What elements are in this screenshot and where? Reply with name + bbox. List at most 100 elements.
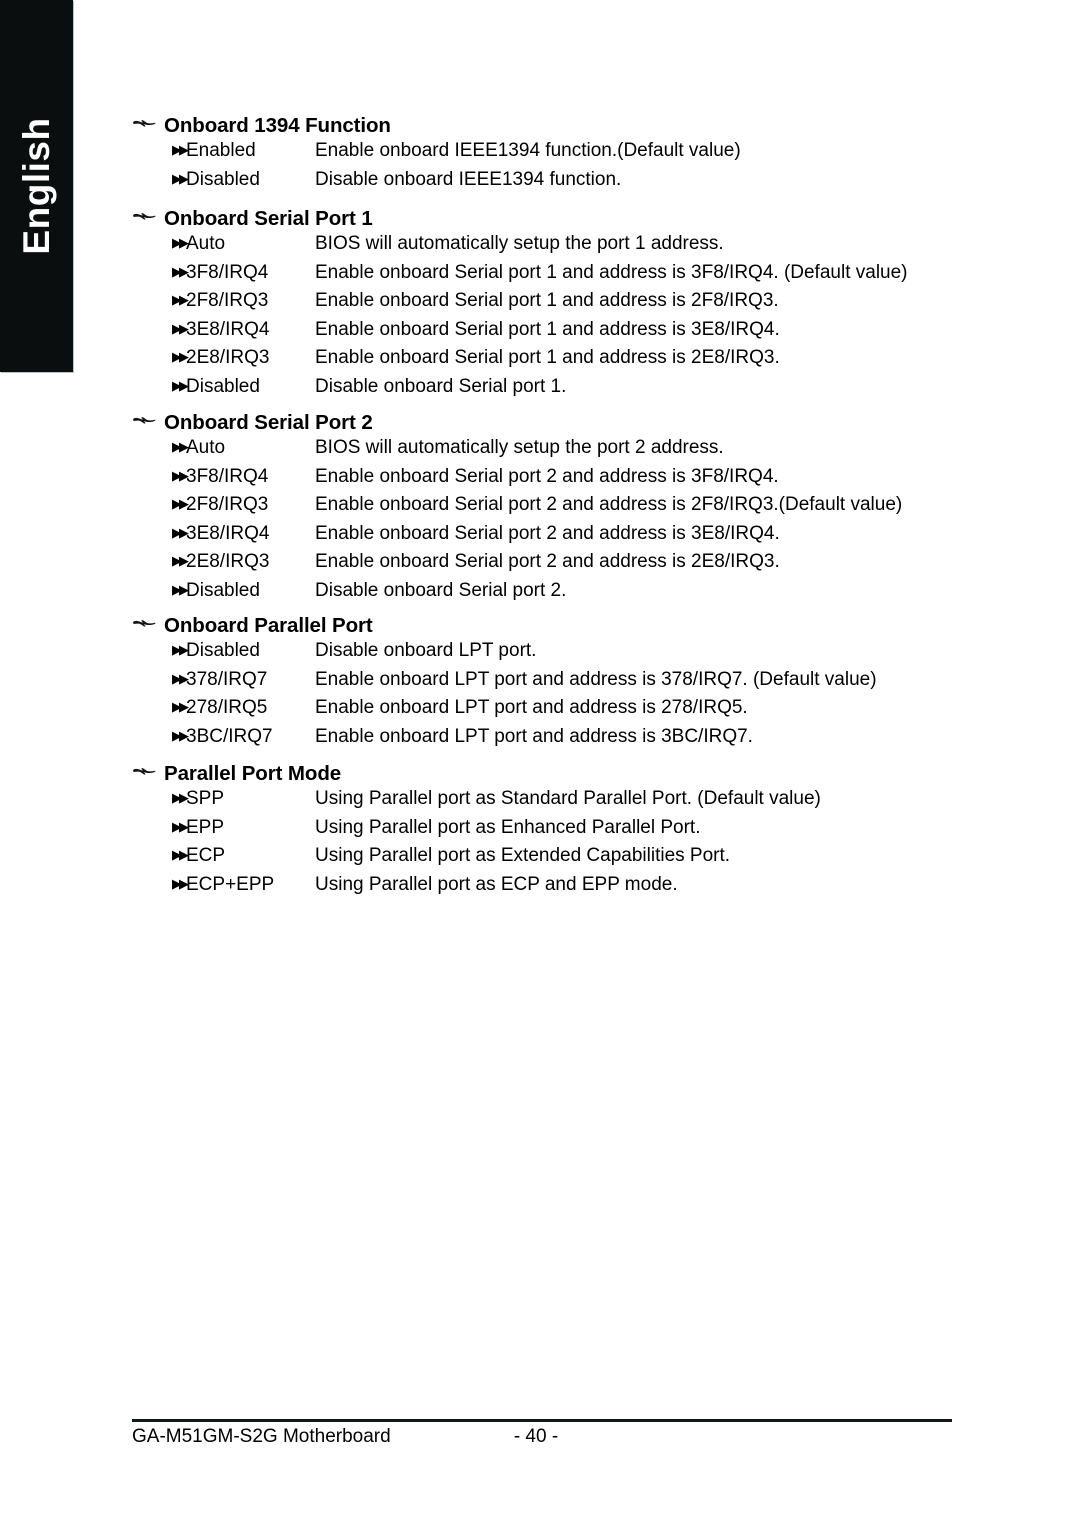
bios-option-name: Disabled — [186, 640, 260, 661]
double-triangle-right-icon: ▶▶ — [172, 847, 189, 862]
bios-option-description: Enable onboard Serial port 1 and address… — [315, 261, 908, 283]
double-triangle-right-icon: ▶▶ — [172, 320, 189, 336]
footer-page-number: - 40 - — [513, 1426, 559, 1447]
pointing-hand-icon — [132, 114, 164, 131]
section-heading: Onboard Serial Port 1 — [132, 207, 962, 233]
bios-setting-section: Onboard Serial Port 2 ▶▶ Auto BIOS will aut… — [132, 411, 962, 608]
bios-option-description: Enable onboard Serial port 1 and address… — [315, 318, 780, 340]
double-triangle-right-icon: ▶▶ — [172, 235, 189, 250]
section-title: Onboard Serial Port 1 — [164, 207, 373, 230]
bios-option-row[interactable]: ▶▶ Enabled Enable onboard IEEE1394 functio… — [172, 140, 962, 169]
bios-option-row[interactable]: ▶▶ 2E8/IRQ3 Enable onboard Serial port 2 a… — [172, 551, 962, 580]
bios-option-name: 3E8/IRQ4 — [186, 522, 270, 544]
bios-option-name: ECP+EPP — [186, 873, 275, 895]
double-triangle-right-icon: ▶▶ — [172, 670, 189, 686]
bios-option-row[interactable]: ▶▶ EPP Using Parallel port as Enhanced Par… — [172, 817, 962, 846]
bios-option-name: Auto — [186, 437, 226, 458]
section-heading: Onboard Parallel Port — [132, 614, 962, 640]
bios-setting-section: Onboard 1394 Function ▶▶ Enabled Enable onb… — [132, 114, 962, 197]
bios-option-row[interactable]: ▶▶ ECP+EPP Using Parallel port as ECP and … — [172, 874, 962, 903]
pointing-hand-icon — [132, 411, 164, 428]
bios-option-row[interactable]: ▶▶ 278/IRQ5 Enable onboard LPT port and ad… — [172, 697, 962, 726]
bios-option-name: 2F8/IRQ3 — [186, 290, 269, 311]
bios-option-description: Enable onboard LPT port and address is 3… — [315, 668, 877, 690]
double-triangle-right-icon: ▶▶ — [172, 170, 189, 186]
section-heading: Onboard 1394 Function — [132, 114, 962, 140]
section-title: Onboard 1394 Function — [164, 114, 391, 137]
bios-option-name: ECP — [186, 845, 226, 866]
double-triangle-right-icon: ▶▶ — [172, 581, 189, 597]
bios-option-name: 378/IRQ7 — [186, 668, 268, 690]
bios-option-row[interactable]: ▶▶ 378/IRQ7 Enable onboard LPT port and ad… — [172, 669, 962, 698]
bios-option-row[interactable]: ▶▶ 2E8/IRQ3 Enable onboard Serial port 1 a… — [172, 347, 962, 376]
bios-option-description: Using Parallel port as Enhanced Parallel… — [315, 816, 701, 838]
pointing-hand-icon — [132, 614, 164, 631]
double-triangle-right-icon: ▶▶ — [172, 496, 189, 511]
double-triangle-right-icon: ▶▶ — [172, 524, 189, 540]
section-heading: Onboard Serial Port 2 — [132, 411, 962, 437]
bios-option-row[interactable]: ▶▶ Disabled Disable onboard Serial port 1. — [172, 376, 962, 405]
bios-option-row[interactable]: ▶▶ SPP Using Parallel port as Standard Par… — [172, 788, 962, 817]
bios-option-row[interactable]: ▶▶ 3BC/IRQ7 Enable onboard LPT port and ad… — [172, 726, 962, 755]
bios-option-description: Disable onboard IEEE1394 function. — [315, 168, 622, 190]
double-triangle-right-icon: ▶▶ — [172, 349, 189, 364]
bios-setting-section: Onboard Parallel Port ▶▶ Disabled Disable o… — [132, 614, 962, 754]
bios-setting-section: Parallel Port Mode ▶▶ SPP Using Parallel po… — [132, 762, 962, 902]
bios-option-name: EPP — [186, 816, 225, 838]
section-title: Onboard Serial Port 2 — [164, 411, 373, 434]
bios-option-name: Disabled — [186, 168, 260, 190]
bios-option-description: BIOS will automatically setup the port 1… — [315, 233, 724, 254]
bios-option-row[interactable]: ▶▶ Disabled Disable onboard Serial port 2. — [172, 580, 962, 609]
bios-option-name: 2F8/IRQ3 — [186, 494, 269, 515]
bios-option-name: Enabled — [186, 140, 256, 161]
bios-option-description: Using Parallel port as ECP and EPP mode. — [315, 873, 678, 895]
bios-option-description: Enable onboard Serial port 2 and address… — [315, 465, 779, 487]
bios-option-name: SPP — [186, 788, 225, 809]
bios-option-row[interactable]: ▶▶ 2F8/IRQ3 Enable onboard Serial port 2 a… — [172, 494, 962, 523]
bios-option-row[interactable]: ▶▶ Disabled Disable onboard IEEE1394 funct… — [172, 169, 962, 198]
bios-option-row[interactable]: ▶▶ 3F8/IRQ4 Enable onboard Serial port 2 a… — [172, 466, 962, 495]
bios-option-name: 2E8/IRQ3 — [186, 551, 270, 572]
double-triangle-right-icon: ▶▶ — [172, 818, 189, 834]
bios-option-name: Disabled — [186, 375, 260, 397]
double-triangle-right-icon: ▶▶ — [172, 263, 189, 279]
double-triangle-right-icon: ▶▶ — [172, 553, 189, 568]
bios-option-row[interactable]: ▶▶ Disabled Disable onboard LPT port. — [172, 640, 962, 669]
bios-option-name: 3F8/IRQ4 — [186, 261, 269, 283]
bios-option-name: 278/IRQ5 — [186, 697, 268, 718]
double-triangle-right-icon: ▶▶ — [172, 642, 189, 657]
bios-option-name: Auto — [186, 233, 226, 254]
page-content: Onboard 1394 Function ▶▶ Enabled Enable onb… — [0, 0, 1080, 1532]
bios-option-name: 3BC/IRQ7 — [186, 725, 273, 747]
bios-option-description: BIOS will automatically setup the port 2… — [315, 437, 724, 458]
bios-option-name: 3F8/IRQ4 — [186, 465, 269, 487]
bios-option-description: Enable onboard Serial port 2 and address… — [315, 551, 780, 572]
double-triangle-right-icon: ▶▶ — [172, 377, 189, 393]
bios-option-description: Enable onboard LPT port and address is 3… — [315, 725, 753, 747]
bios-option-row[interactable]: ▶▶ Auto BIOS will automatically setup the … — [172, 437, 962, 466]
bios-option-description: Enable onboard IEEE1394 function.(Defaul… — [315, 140, 741, 161]
bios-option-row[interactable]: ▶▶ 3F8/IRQ4 Enable onboard Serial port 1 a… — [172, 262, 962, 291]
bios-option-description: Disable onboard Serial port 1. — [315, 375, 567, 397]
bios-option-description: Enable onboard Serial port 1 and address… — [315, 347, 780, 368]
page-footer: GA-M51GM-S2G Motherboard - 40 - — [132, 1426, 952, 1452]
bios-option-description: Enable onboard Serial port 2 and address… — [315, 494, 903, 515]
bios-option-row[interactable]: ▶▶ 3E8/IRQ4 Enable onboard Serial port 1 a… — [172, 319, 962, 348]
double-triangle-right-icon: ▶▶ — [172, 467, 189, 483]
double-triangle-right-icon: ▶▶ — [172, 727, 189, 743]
bios-option-row[interactable]: ▶▶ Auto BIOS will automatically setup the … — [172, 233, 962, 262]
double-triangle-right-icon: ▶▶ — [172, 790, 189, 805]
bios-option-row[interactable]: ▶▶ 3E8/IRQ4 Enable onboard Serial port 2 a… — [172, 523, 962, 552]
bios-option-description: Using Parallel port as Extended Capabili… — [315, 845, 731, 866]
section-heading: Parallel Port Mode — [132, 762, 962, 788]
bios-option-row[interactable]: ▶▶ 2F8/IRQ3 Enable onboard Serial port 1 a… — [172, 290, 962, 319]
section-title: Parallel Port Mode — [164, 762, 342, 785]
double-triangle-right-icon: ▶▶ — [172, 142, 189, 157]
bios-option-name: 3E8/IRQ4 — [186, 318, 270, 340]
bios-setting-section: Onboard Serial Port 1 ▶▶ Auto BIOS will aut… — [132, 207, 962, 404]
section-title: Onboard Parallel Port — [164, 614, 373, 637]
double-triangle-right-icon: ▶▶ — [172, 875, 189, 891]
bios-option-description: Using Parallel port as Standard Parallel… — [315, 788, 821, 809]
pointing-hand-icon — [132, 762, 164, 779]
bios-option-row[interactable]: ▶▶ ECP Using Parallel port as Extended Cap… — [172, 845, 962, 874]
